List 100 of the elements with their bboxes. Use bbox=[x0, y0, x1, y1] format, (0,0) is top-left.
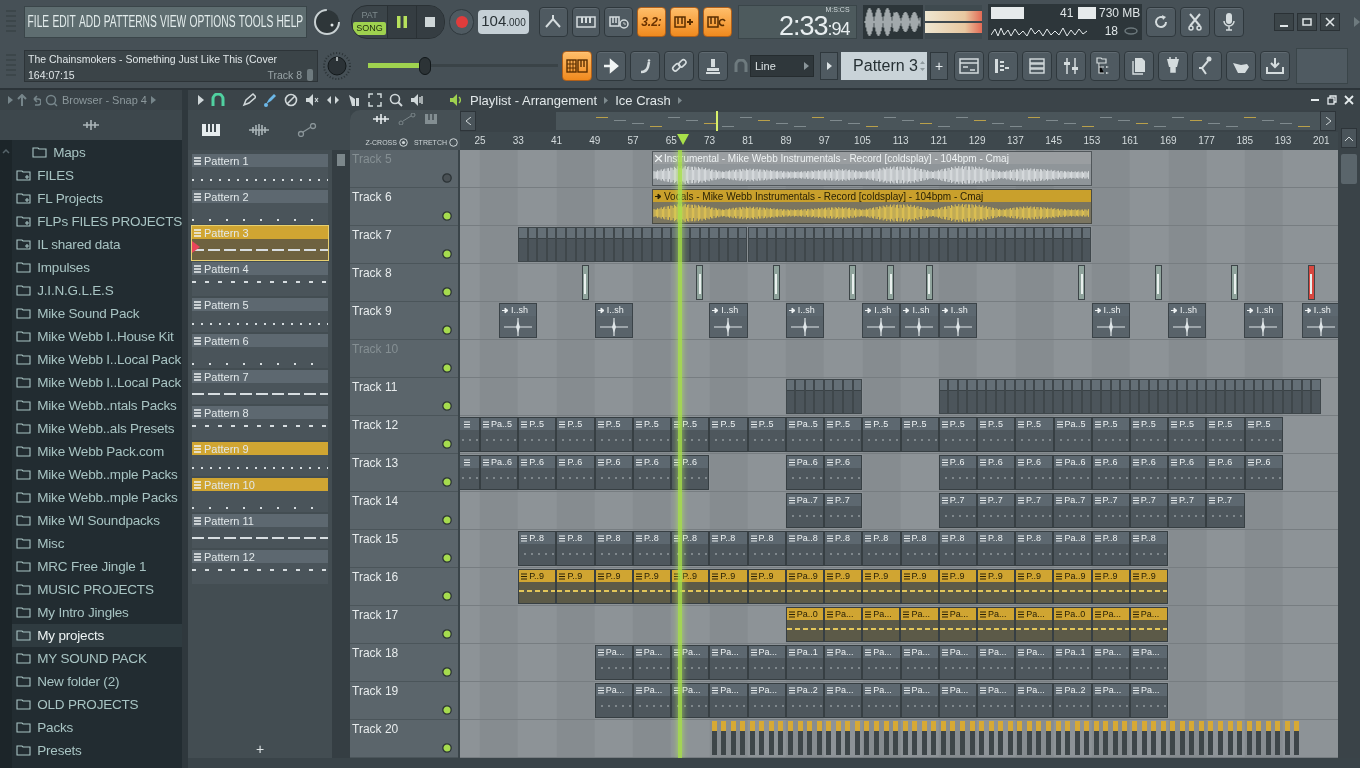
pattern-clip[interactable]: P..6 bbox=[824, 455, 863, 490]
browser-item[interactable]: Mike Webb..als Presets bbox=[12, 417, 182, 440]
pattern-clip[interactable]: P..5 bbox=[709, 417, 748, 452]
add-pattern-button[interactable]: + bbox=[930, 52, 948, 80]
pattern-clip[interactable]: Pa... bbox=[1129, 645, 1169, 680]
pattern-selector[interactable]: Pattern 3 bbox=[841, 52, 927, 80]
pattern-clip[interactable]: P..5 bbox=[900, 417, 939, 452]
pattern-clip[interactable]: P..6 bbox=[1206, 455, 1245, 490]
browser-item[interactable]: Mike Webb..mple Packs bbox=[12, 463, 182, 486]
pattern-clip[interactable]: Pa..6 bbox=[480, 455, 519, 490]
countdown-button[interactable]: 3.2: bbox=[637, 7, 666, 37]
pattern-clip[interactable]: P..9 bbox=[556, 569, 595, 604]
browser-item[interactable]: New folder (2) bbox=[12, 670, 182, 693]
mode-option[interactable]: PAT bbox=[358, 9, 381, 22]
pattern-clip[interactable]: P..5 bbox=[862, 417, 901, 452]
pattern-item[interactable]: Pattern 12 bbox=[192, 550, 328, 584]
pattern-clip[interactable]: Pa... bbox=[1129, 607, 1169, 642]
audio-clip[interactable]: Vocals - Mike Webb Instrumentals - Record [coldsplay] - 104bpm - Cmaj bbox=[651, 189, 1092, 224]
track-header[interactable]: Track 18 bbox=[350, 644, 458, 682]
pattern-clip[interactable]: P..6 bbox=[632, 455, 672, 490]
pattern-clip[interactable]: P..7 bbox=[1206, 493, 1245, 528]
pattern-clip[interactable]: Pa..5 bbox=[480, 417, 519, 452]
pattern-clip[interactable]: P..7 bbox=[823, 493, 863, 528]
menu-item[interactable]: OPTIONS bbox=[189, 13, 236, 31]
pattern-clip[interactable]: P..5 bbox=[556, 417, 595, 452]
menu-item[interactable]: PATTERNS bbox=[103, 13, 157, 31]
pattern-clip[interactable]: P..9 bbox=[977, 569, 1016, 604]
track-header[interactable]: Track 16 bbox=[350, 568, 458, 606]
browser-item[interactable]: Impulses bbox=[12, 256, 182, 279]
pattern-clip[interactable]: Pa..1 bbox=[785, 645, 825, 680]
pattern-clip[interactable]: P..7 bbox=[976, 493, 1016, 528]
menu-item[interactable]: FILE bbox=[27, 13, 50, 31]
browser-item[interactable]: Mike Webb I..House Kit bbox=[12, 325, 182, 348]
pattern-clip[interactable]: P..5 bbox=[1091, 417, 1130, 452]
browser-item[interactable]: Mike Webb Pack.com bbox=[12, 440, 182, 463]
track-header[interactable]: Track 6 bbox=[350, 188, 458, 226]
browser-item[interactable]: Mike Webb I..Local Pack bbox=[12, 348, 182, 371]
browser-item[interactable]: IL shared data bbox=[12, 233, 182, 256]
pattern-clip[interactable]: P..9 bbox=[1129, 569, 1169, 604]
pattern-clip[interactable]: P..5 bbox=[747, 417, 786, 452]
pattern-clip[interactable]: P..9 bbox=[709, 569, 748, 604]
sample-clip[interactable]: I..sh bbox=[1301, 303, 1338, 338]
sample-clip[interactable]: I..sh bbox=[499, 303, 538, 338]
track-header[interactable]: Track 19 bbox=[350, 682, 458, 720]
pattern-clip[interactable]: Pa..6 bbox=[1053, 455, 1092, 490]
browser-item[interactable]: Packs bbox=[12, 716, 182, 739]
pattern-clip[interactable]: P..5 bbox=[594, 417, 633, 452]
pattern-clip[interactable]: P..5 bbox=[1015, 417, 1054, 452]
browser-item[interactable]: Presets bbox=[12, 739, 182, 762]
pattern-clip[interactable]: Pa... bbox=[976, 607, 1016, 642]
pattern-clip[interactable]: P..9 bbox=[1091, 569, 1130, 604]
sample-clip[interactable]: I..sh bbox=[900, 303, 939, 338]
pattern-clip[interactable]: Pa... bbox=[1091, 645, 1130, 680]
pattern-clip[interactable]: P..8 bbox=[824, 531, 863, 566]
pattern-clip[interactable]: Pa..0 bbox=[1053, 607, 1092, 642]
pattern-clip[interactable]: P..8 bbox=[518, 531, 557, 566]
pattern-clip[interactable]: Pa... bbox=[1015, 645, 1054, 680]
track-header[interactable]: Track 8 bbox=[350, 264, 458, 302]
pattern-clip[interactable]: Pa..7 bbox=[1053, 493, 1092, 528]
pattern-clip[interactable]: Pa... bbox=[632, 683, 672, 718]
sample-clip[interactable]: I..sh bbox=[594, 303, 633, 338]
track-header[interactable]: Track 9 bbox=[350, 302, 458, 340]
arrangement-name[interactable]: Ice Crash bbox=[615, 92, 671, 108]
sample-clip[interactable]: I..sh bbox=[785, 303, 824, 338]
pattern-clip[interactable]: Pa... bbox=[1129, 683, 1169, 718]
pattern-clip[interactable]: P..8 bbox=[556, 531, 595, 566]
pattern-clip[interactable]: Pa... bbox=[900, 607, 939, 642]
pattern-clip[interactable]: Pa..8 bbox=[785, 531, 825, 566]
browser-item[interactable]: My projects bbox=[12, 624, 182, 647]
browser-item[interactable]: OLD PROJECTS bbox=[12, 693, 182, 716]
pattern-clip[interactable]: Pa..7 bbox=[785, 493, 824, 528]
browser-item[interactable]: Mike Webb I..Local Pack bbox=[12, 371, 182, 394]
pattern-clip[interactable]: P..5 bbox=[1244, 417, 1283, 452]
pattern-clip[interactable]: P..8 bbox=[938, 531, 977, 566]
pattern-clip[interactable]: Pa... bbox=[900, 645, 939, 680]
pattern-clip[interactable]: P..9 bbox=[632, 569, 672, 604]
pattern-clip[interactable]: Pa..8 bbox=[1053, 531, 1092, 566]
sample-clip[interactable]: I..sh bbox=[938, 303, 977, 338]
pattern-clip[interactable]: Pa... bbox=[824, 645, 863, 680]
pattern-clip[interactable]: P..8 bbox=[709, 531, 748, 566]
pattern-clip[interactable]: Pa... bbox=[862, 607, 901, 642]
pattern-clip[interactable]: P..5 bbox=[632, 417, 672, 452]
pattern-clip[interactable]: Pa..2 bbox=[785, 683, 825, 718]
pattern-clip[interactable]: P..5 bbox=[977, 417, 1016, 452]
pattern-clip[interactable]: P..5 bbox=[1129, 417, 1169, 452]
pattern-clip[interactable]: P..6 bbox=[1129, 455, 1169, 490]
pattern-item[interactable]: Pattern 11 bbox=[192, 514, 328, 548]
pattern-clip[interactable]: P..8 bbox=[900, 531, 939, 566]
snap-select[interactable]: Line bbox=[750, 55, 814, 77]
pattern-clip[interactable]: Pa... bbox=[594, 645, 633, 680]
pattern-item[interactable]: Pattern 5 bbox=[192, 298, 328, 332]
pattern-clip[interactable]: P..5 bbox=[824, 417, 863, 452]
pattern-clip[interactable]: Pa... bbox=[1091, 683, 1130, 718]
track-header[interactable]: Track 11 bbox=[350, 378, 458, 416]
track-header[interactable]: Track 20 bbox=[350, 720, 458, 758]
browser-item[interactable]: My Intro Jingles bbox=[12, 601, 182, 624]
pattern-clip[interactable]: Pa... bbox=[747, 683, 786, 718]
pattern-clip[interactable]: P..8 bbox=[747, 531, 786, 566]
menu-item[interactable]: TOOLS bbox=[238, 13, 274, 31]
pattern-clip[interactable]: Pa... bbox=[938, 645, 977, 680]
